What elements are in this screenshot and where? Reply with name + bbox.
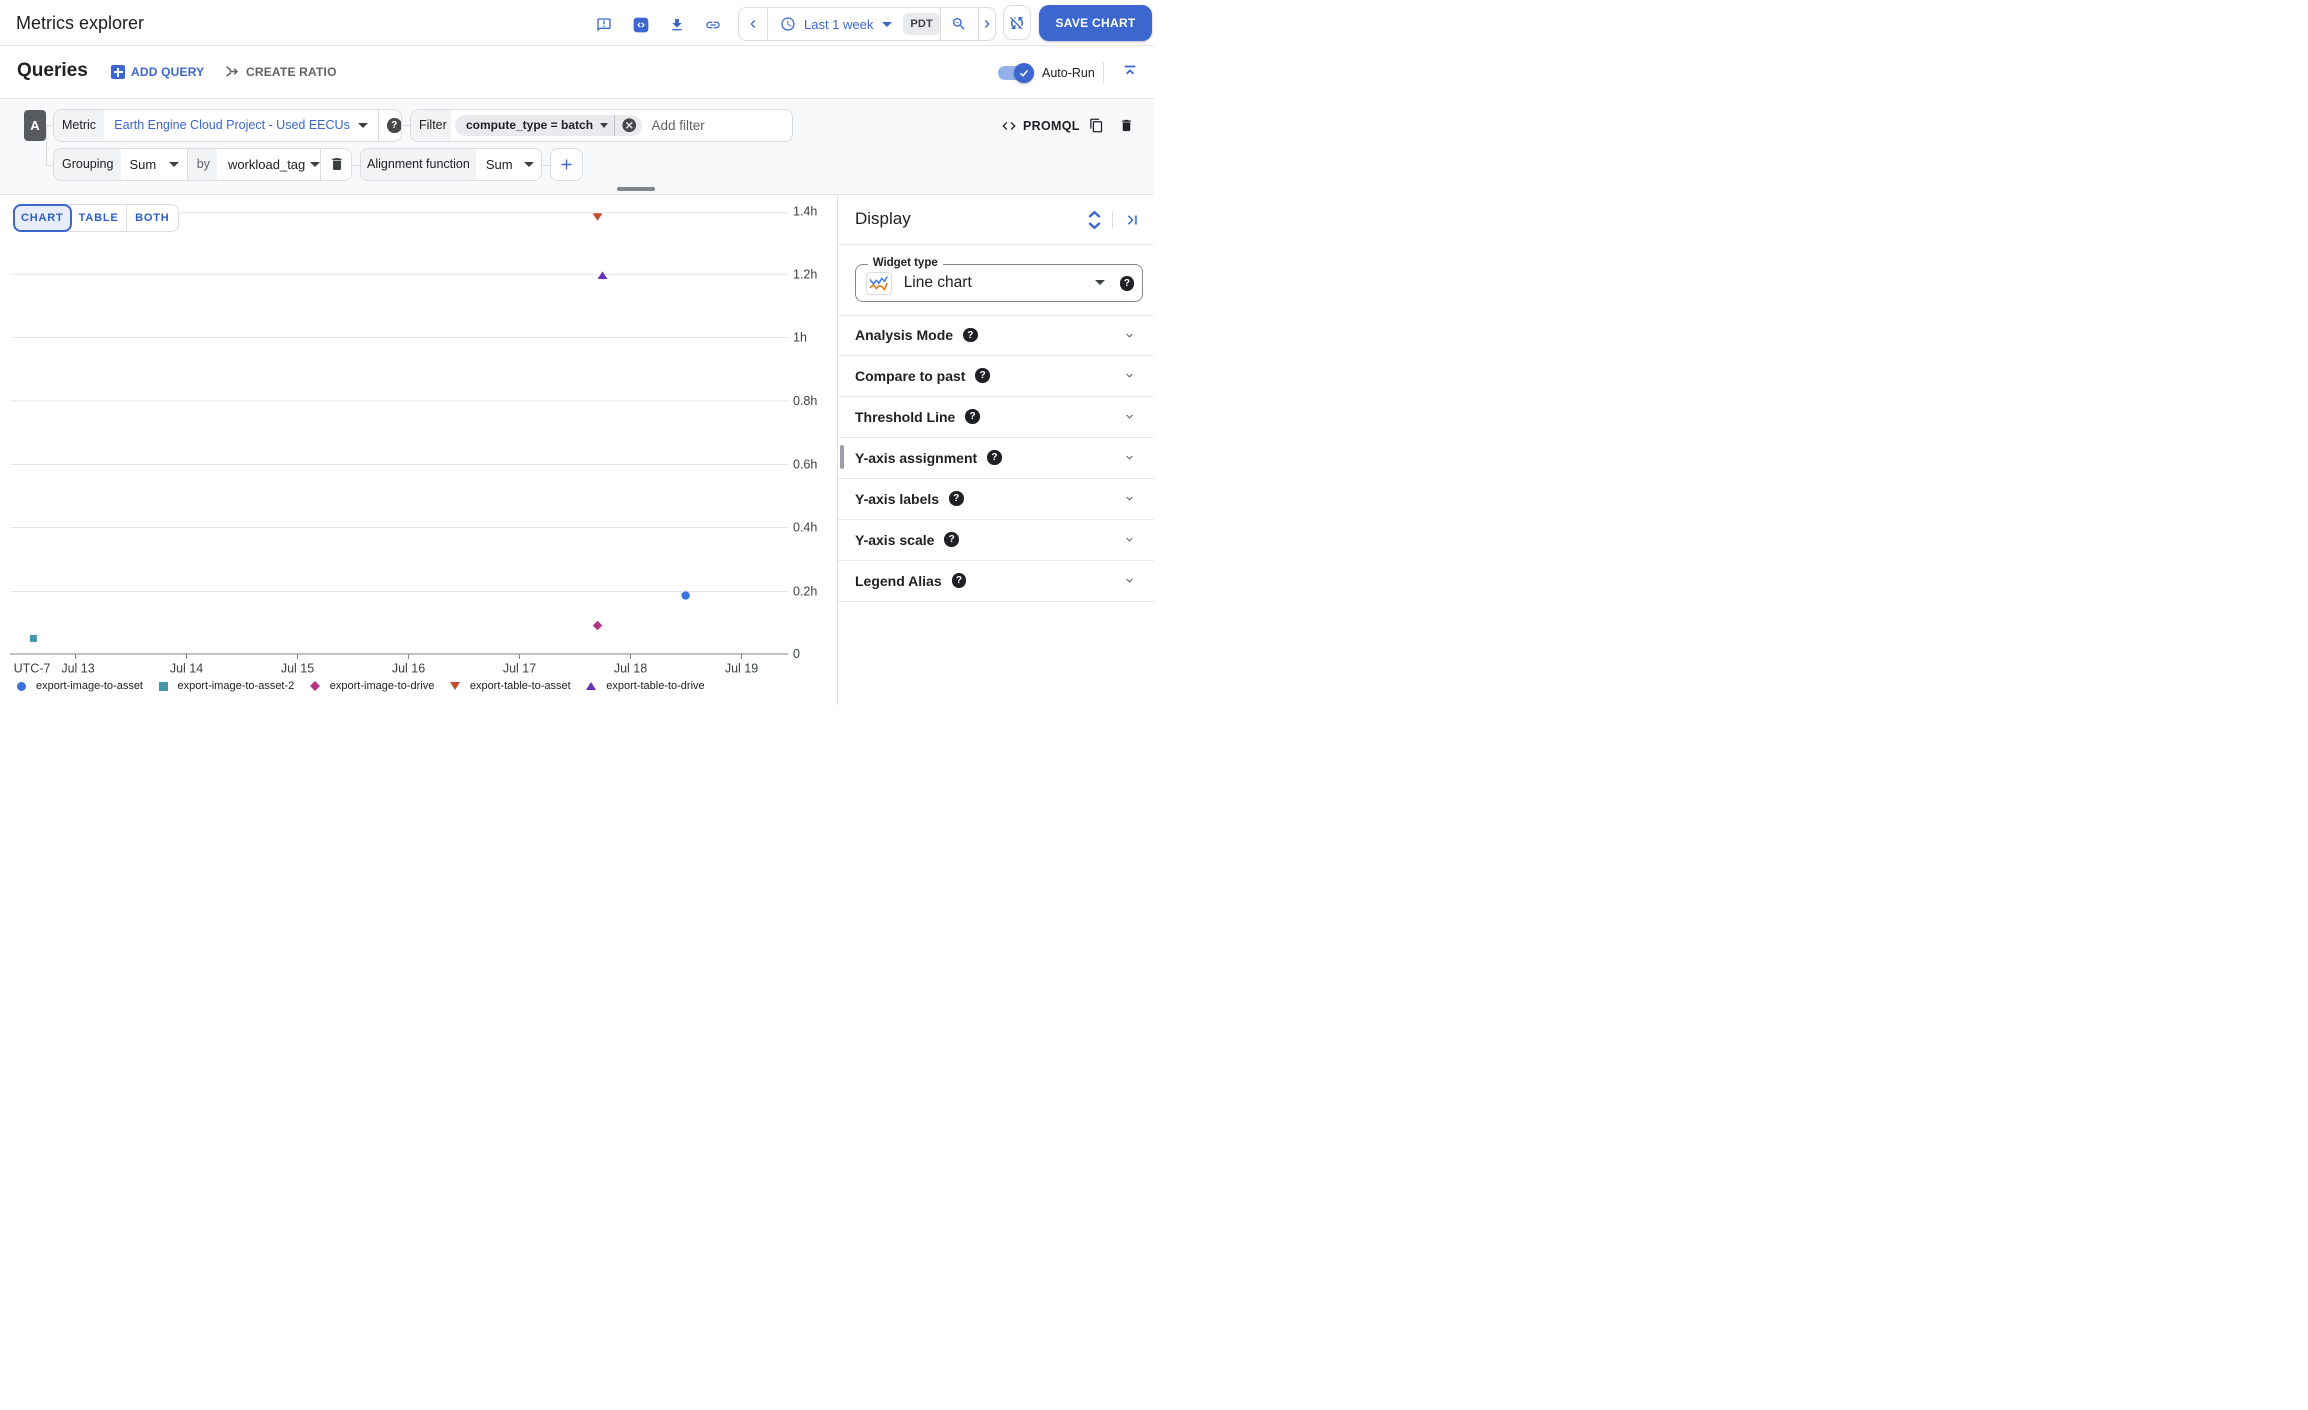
svg-text:0.6h: 0.6h: [793, 458, 817, 472]
svg-text:UTC-7: UTC-7: [14, 662, 51, 676]
svg-text:Jul 18: Jul 18: [614, 662, 647, 676]
svg-text:1h: 1h: [793, 331, 807, 345]
svg-text:1.2h: 1.2h: [793, 268, 817, 282]
svg-text:Jul 15: Jul 15: [281, 662, 314, 676]
svg-text:Jul 13: Jul 13: [61, 662, 94, 676]
svg-text:Jul 17: Jul 17: [503, 662, 536, 676]
svg-text:1.4h: 1.4h: [793, 205, 817, 219]
svg-text:Jul 16: Jul 16: [392, 662, 425, 676]
svg-text:0.8h: 0.8h: [793, 394, 817, 408]
svg-text:0.2h: 0.2h: [793, 585, 817, 599]
svg-text:Jul 14: Jul 14: [170, 662, 203, 676]
svg-text:0: 0: [793, 647, 800, 661]
svg-text:0.4h: 0.4h: [793, 521, 817, 535]
svg-text:Jul 19: Jul 19: [725, 662, 758, 676]
